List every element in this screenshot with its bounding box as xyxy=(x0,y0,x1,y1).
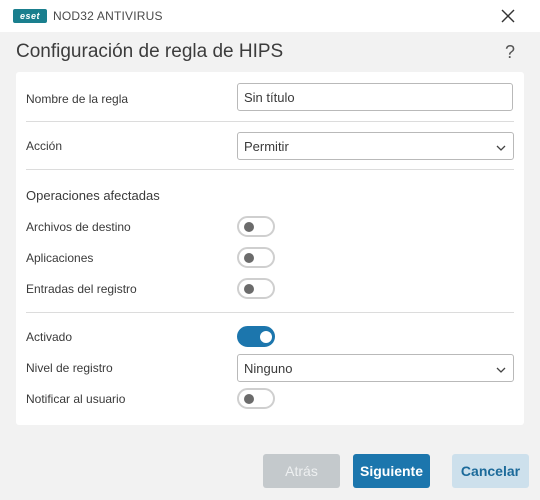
notify-user-toggle[interactable] xyxy=(237,388,275,409)
page-title: Configuración de regla de HIPS xyxy=(16,41,284,62)
target-files-toggle[interactable] xyxy=(237,216,275,237)
help-icon[interactable]: ? xyxy=(505,42,515,63)
close-icon[interactable] xyxy=(498,6,518,26)
notify-user-label: Notificar al usuario xyxy=(26,392,126,406)
affected-operations-title: Operaciones afectadas xyxy=(26,188,160,203)
action-selected-value: Permitir xyxy=(244,139,289,154)
chevron-down-icon xyxy=(495,141,507,153)
app-title: NOD32 ANTIVIRUS xyxy=(53,9,163,23)
back-button[interactable]: Atrás xyxy=(263,454,340,488)
toggle-knob xyxy=(244,283,254,294)
action-select[interactable]: Permitir xyxy=(237,132,514,160)
activated-toggle[interactable] xyxy=(237,326,275,347)
chevron-down-icon xyxy=(495,363,507,375)
next-button[interactable]: Siguiente xyxy=(353,454,430,488)
registry-entries-label: Entradas del registro xyxy=(26,282,137,296)
title-bar: eset NOD32 ANTIVIRUS xyxy=(0,0,540,32)
divider xyxy=(26,312,514,313)
registry-entries-toggle[interactable] xyxy=(237,278,275,299)
applications-toggle[interactable] xyxy=(237,247,275,268)
log-level-label: Nivel de registro xyxy=(26,361,113,375)
target-files-label: Archivos de destino xyxy=(26,220,131,234)
eset-logo: eset xyxy=(13,9,47,23)
toggle-knob xyxy=(244,221,254,232)
toggle-knob xyxy=(244,393,254,404)
log-level-select[interactable]: Ninguno xyxy=(237,354,514,382)
rule-settings-panel: Nombre de la regla Acción Permitir Opera… xyxy=(16,72,524,425)
divider xyxy=(26,121,514,122)
toggle-knob xyxy=(244,252,254,263)
action-label: Acción xyxy=(26,139,63,153)
rule-name-label: Nombre de la regla xyxy=(26,92,129,106)
rule-name-input[interactable] xyxy=(237,83,513,111)
cancel-button[interactable]: Cancelar xyxy=(452,454,529,488)
divider xyxy=(26,169,514,170)
toggle-knob xyxy=(260,330,272,343)
activated-label: Activado xyxy=(26,330,73,344)
log-level-selected-value: Ninguno xyxy=(244,361,293,376)
dialog-header: Configuración de regla de HIPS ? xyxy=(0,32,540,72)
applications-label: Aplicaciones xyxy=(26,251,94,265)
